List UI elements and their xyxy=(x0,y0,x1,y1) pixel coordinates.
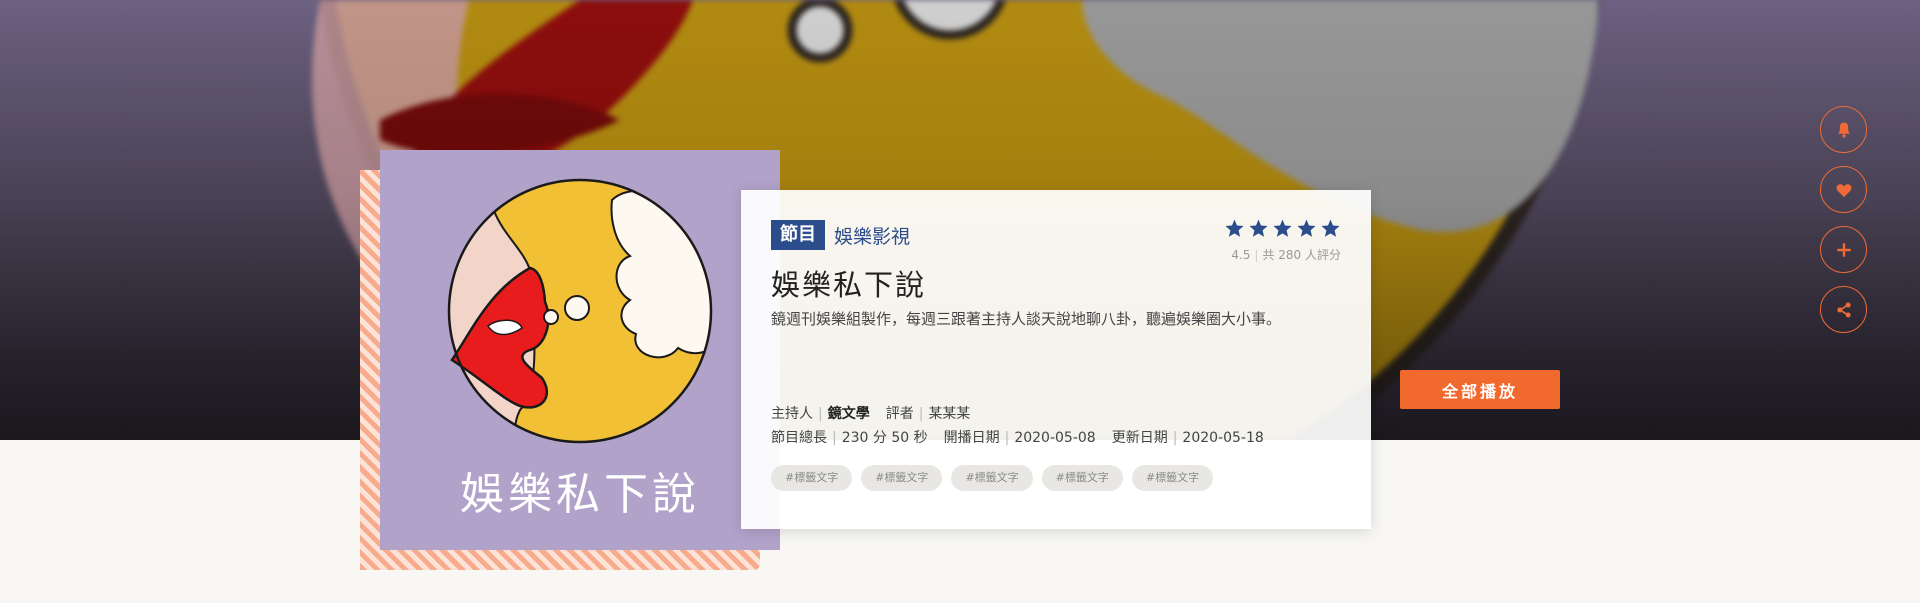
meta-reviewer: 評者 | 某某某 xyxy=(886,403,971,423)
cover-illustration xyxy=(447,178,713,444)
star-icon[interactable] xyxy=(1248,218,1269,239)
meta-host-label: 主持人 xyxy=(771,406,813,422)
play-all-button[interactable]: 全部播放 xyxy=(1400,370,1560,409)
rating-block: 4.5 | 共 280 人評分 xyxy=(1224,218,1341,263)
meta-separator: | xyxy=(1004,430,1010,446)
meta-host-value[interactable]: 鏡文學 xyxy=(828,406,870,422)
rating-separator: | xyxy=(1254,248,1259,262)
show-info-card: 節目 娛樂影視 娛樂私下說 4.5 | 共 280 人評分 鏡週刊娛樂組製作，每週三… xyxy=(741,190,1371,529)
tag-chip[interactable]: #標籤文字 xyxy=(951,465,1033,491)
meta-update-label: 更新日期 xyxy=(1111,430,1168,446)
meta-duration-value: 230 分 50 秒 xyxy=(841,430,928,446)
tag-chip[interactable]: #標籤文字 xyxy=(1131,465,1214,491)
plus-icon xyxy=(1836,242,1851,257)
tag-chip[interactable]: #標籤文字 xyxy=(1041,465,1123,491)
star-icon[interactable] xyxy=(1320,218,1341,239)
show-cover: 娛樂私下說 xyxy=(380,150,780,550)
meta-update-date: 更新日期 | 2020-05-18 xyxy=(1112,427,1264,447)
cover-decoration-stripes-bottom xyxy=(360,548,760,570)
favorite-button[interactable] xyxy=(1820,166,1867,213)
add-to-list-button[interactable] xyxy=(1820,226,1867,273)
bell-icon xyxy=(1837,122,1850,137)
rating-score: 4.5 xyxy=(1231,248,1251,262)
credits-row: 主持人 | 鏡文學 評者 | 某某某 xyxy=(771,403,970,423)
show-description: 鏡週刊娛樂組製作，每週三跟著主持人談天說地聊八卦，聽遍娛樂圈大小事。 xyxy=(771,310,1282,328)
share-button[interactable] xyxy=(1820,286,1867,333)
meta-start-value: 2020-05-08 xyxy=(1014,430,1096,446)
schedule-row: 節目總長 | 230 分 50 秒 開播日期 | 2020-05-08 更新日期 | 202… xyxy=(771,427,1264,447)
meta-host: 主持人 | 鏡文學 xyxy=(771,403,870,423)
meta-start-date: 開播日期 | 2020-05-08 xyxy=(944,427,1096,447)
cover-title: 娛樂私下說 xyxy=(460,469,700,520)
meta-duration: 節目總長 | 230 分 50 秒 xyxy=(771,427,928,447)
show-title: 娛樂私下說 xyxy=(771,268,927,302)
meta-separator: | xyxy=(832,430,837,446)
cover-decoration-stripes xyxy=(360,170,382,570)
category-row: 節目 娛樂影視 xyxy=(771,220,910,250)
meta-separator: | xyxy=(1172,430,1178,446)
meta-update-value: 2020-05-18 xyxy=(1182,430,1264,446)
category-badge: 節目 xyxy=(771,220,825,250)
rating-count: 共 280 人評分 xyxy=(1262,248,1341,262)
meta-separator: | xyxy=(818,406,823,422)
tag-list: #標籤文字 #標籤文字 #標籤文字 #標籤文字 #標籤文字 xyxy=(771,465,1214,491)
rating-summary: 4.5 | 共 280 人評分 xyxy=(1224,246,1341,263)
meta-duration-label: 節目總長 xyxy=(771,430,827,446)
rating-stars[interactable] xyxy=(1224,218,1341,239)
share-icon xyxy=(1836,302,1851,317)
category-link[interactable]: 娛樂影視 xyxy=(834,222,910,249)
heart-icon xyxy=(1836,183,1851,197)
star-icon[interactable] xyxy=(1296,218,1317,239)
meta-reviewer-label: 評者 xyxy=(885,406,914,422)
star-icon[interactable] xyxy=(1272,218,1293,239)
tag-chip[interactable]: #標籤文字 xyxy=(861,465,943,491)
meta-start-label: 開播日期 xyxy=(943,430,1000,446)
subscribe-notify-button[interactable] xyxy=(1820,106,1867,153)
meta-separator: | xyxy=(918,406,924,422)
star-icon[interactable] xyxy=(1224,218,1245,239)
tag-chip[interactable]: #標籤文字 xyxy=(771,465,853,491)
meta-reviewer-value: 某某某 xyxy=(928,406,971,422)
